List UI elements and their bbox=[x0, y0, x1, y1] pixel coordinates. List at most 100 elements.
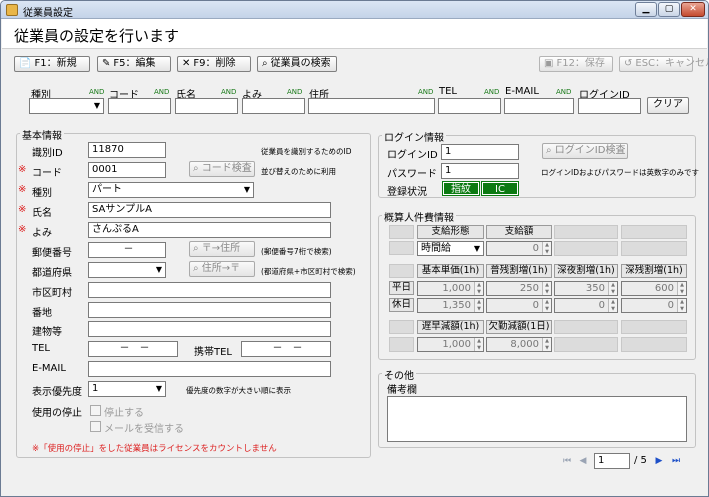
late-deduction-field[interactable]: 1,000 ▲ ▼ bbox=[417, 337, 484, 352]
stop-checkbox[interactable] bbox=[90, 405, 101, 416]
cost-info-title: 概算人件費情報 bbox=[382, 209, 456, 224]
zip-field[interactable]: － bbox=[88, 242, 166, 258]
search-login-input[interactable] bbox=[578, 98, 641, 114]
spinner-icon: ▲ ▼ bbox=[677, 282, 686, 295]
app-icon bbox=[6, 4, 18, 16]
mobile-field[interactable]: － － bbox=[241, 341, 331, 357]
code-field[interactable]: 0001 bbox=[88, 162, 166, 178]
address-to-zip-button[interactable]: ⌕ 住所→〒 bbox=[189, 261, 255, 277]
yomi-field[interactable]: さんぷるA bbox=[88, 222, 331, 238]
close-button[interactable]: ✕ bbox=[681, 2, 705, 17]
mobile-label: 携帯TEL bbox=[194, 347, 232, 358]
grid-blank bbox=[621, 337, 687, 352]
basic-info-title: 基本情報 bbox=[20, 127, 64, 142]
grid-corner bbox=[389, 241, 414, 255]
name-field[interactable]: SAサンプルA bbox=[88, 202, 331, 218]
holiday-rate-field[interactable]: 0 ▲ ▼ bbox=[486, 298, 552, 313]
weekday-rate-field[interactable]: 600 ▲ ▼ bbox=[621, 281, 687, 296]
zip-to-address-button[interactable]: ⌕ 〒→住所 bbox=[189, 241, 255, 257]
grid-corner bbox=[389, 264, 414, 278]
ic-badge: IC bbox=[481, 181, 519, 196]
type-select[interactable]: パート ▼ bbox=[88, 182, 254, 198]
grid-corner bbox=[389, 320, 414, 334]
grid-blank bbox=[554, 337, 618, 352]
holiday-rate-field[interactable]: 1,350 ▲ ▼ bbox=[417, 298, 484, 313]
holiday-rate-field[interactable]: 0 ▲ ▼ bbox=[554, 298, 618, 313]
and-label: AND bbox=[154, 88, 170, 96]
mail-checkbox[interactable] bbox=[90, 421, 101, 432]
cancel-button[interactable]: ↺ ESC：キャンセル bbox=[619, 56, 708, 72]
weekday-rate-field[interactable]: 350 ▲ ▼ bbox=[554, 281, 618, 296]
fingerprint-badge: 指紋 bbox=[442, 181, 480, 196]
late-header: 遅早減額(1h) bbox=[417, 320, 484, 334]
spinner-icon: ▲ ▼ bbox=[608, 282, 617, 295]
last-page-icon[interactable]: ⏭ bbox=[670, 455, 682, 467]
search-yomi-input[interactable] bbox=[242, 98, 305, 114]
chevron-down-icon: ▼ bbox=[93, 101, 100, 110]
email-label: E-MAIL bbox=[32, 363, 66, 374]
login-id-field[interactable]: 1 bbox=[441, 144, 519, 160]
weekday-rate-field[interactable]: 250 ▲ ▼ bbox=[486, 281, 552, 296]
rate-header: 普残割増(1h) bbox=[486, 264, 552, 278]
tel-label: TEL bbox=[32, 343, 50, 354]
id-field[interactable]: 11870 bbox=[88, 142, 166, 158]
save-icon: ▣ bbox=[544, 58, 554, 69]
spinner-icon: ▲ ▼ bbox=[677, 299, 686, 312]
street-field[interactable] bbox=[88, 302, 331, 318]
maximize-button[interactable]: ▢ bbox=[658, 2, 680, 17]
delete-button[interactable]: ✕ F9：削除 bbox=[177, 56, 251, 72]
search-name-input[interactable] bbox=[175, 98, 238, 114]
chevron-down-icon: ▼ bbox=[243, 185, 250, 194]
tel-field[interactable]: － － bbox=[88, 341, 178, 357]
search-code-input[interactable] bbox=[108, 98, 171, 114]
employee-search-button[interactable]: ⌕ 従業員の検索 bbox=[257, 56, 337, 72]
other-title: その他 bbox=[382, 367, 416, 382]
search-type-select[interactable]: ▼ bbox=[29, 98, 104, 114]
pay-type-header: 支給形態 bbox=[417, 225, 484, 239]
code-check-button[interactable]: ⌕ コード検査 bbox=[189, 161, 255, 177]
minimize-button[interactable]: ▁ bbox=[635, 2, 657, 17]
building-field[interactable] bbox=[88, 321, 331, 337]
login-note: ログインIDおよびパスワードは英数字のみです bbox=[541, 168, 699, 177]
new-button[interactable]: 📄 F1：新規 bbox=[14, 56, 90, 72]
search-tel-input[interactable] bbox=[438, 98, 501, 114]
stop-checkbox-label: 停止する bbox=[104, 408, 144, 419]
save-button[interactable]: ▣ F12：保存 bbox=[539, 56, 613, 72]
name-label: 氏名 bbox=[32, 208, 52, 219]
delete-icon: ✕ bbox=[182, 58, 191, 69]
grid-blank bbox=[621, 225, 687, 239]
email-field[interactable] bbox=[88, 361, 331, 377]
and-label: AND bbox=[287, 88, 303, 96]
next-page-icon[interactable]: ▶ bbox=[653, 455, 665, 467]
priority-select[interactable]: 1 ▼ bbox=[88, 381, 166, 397]
rate-header: 深夜割増(1h) bbox=[554, 264, 618, 278]
holiday-rate-field[interactable]: 0 ▲ ▼ bbox=[621, 298, 687, 313]
chevron-down-icon: ▼ bbox=[155, 384, 162, 393]
clear-button[interactable]: クリア bbox=[647, 97, 689, 114]
binoculars-icon: ⌕ bbox=[193, 243, 199, 254]
edit-button[interactable]: ✎ F5：編集 bbox=[97, 56, 171, 72]
building-label: 建物等 bbox=[32, 327, 62, 338]
window-title: 従業員設定 bbox=[23, 8, 73, 19]
pref-select[interactable]: ▼ bbox=[88, 262, 166, 278]
page-number-input[interactable]: 1 bbox=[594, 453, 630, 469]
city-label: 市区町村 bbox=[32, 288, 72, 299]
grid-blank bbox=[554, 225, 618, 239]
login-id-check-button[interactable]: ⌕ ログインID検査 bbox=[542, 143, 628, 159]
login-info-title: ログイン情報 bbox=[382, 129, 446, 144]
code-note: 並び替えのために利用 bbox=[261, 167, 336, 176]
absent-deduction-field[interactable]: 8,000 ▲ ▼ bbox=[486, 337, 552, 352]
weekday-rate-field[interactable]: 1,000 ▲ ▼ bbox=[417, 281, 484, 296]
password-field[interactable]: 1 bbox=[441, 163, 519, 179]
first-page-icon[interactable]: ⏮ bbox=[561, 455, 573, 467]
memo-textarea[interactable] bbox=[387, 396, 687, 442]
title-bar: 従業員設定 ▁ ▢ ✕ bbox=[1, 1, 708, 19]
search-address-input[interactable] bbox=[308, 98, 435, 114]
new-file-icon: 📄 bbox=[19, 58, 32, 69]
city-field[interactable] bbox=[88, 282, 331, 298]
search-email-input[interactable] bbox=[504, 98, 574, 114]
pay-type-select[interactable]: 時間給 ▼ bbox=[417, 241, 484, 256]
prev-page-icon[interactable]: ◀ bbox=[577, 455, 589, 467]
pay-amount-field[interactable]: 0 ▲ ▼ bbox=[486, 241, 552, 256]
required-mark: ※ bbox=[18, 204, 27, 215]
